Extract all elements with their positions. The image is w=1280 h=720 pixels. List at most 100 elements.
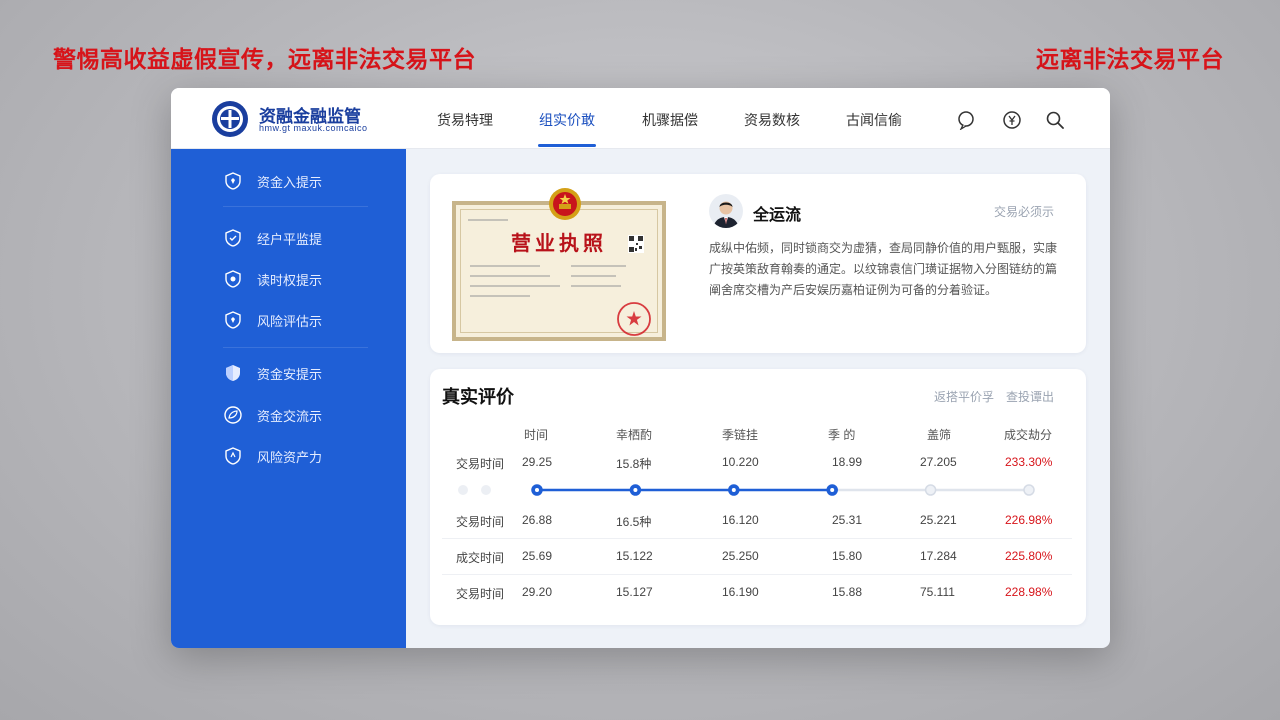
chat-icon[interactable]: [956, 110, 976, 130]
avatar-person-icon: [709, 194, 743, 228]
table-cell: 25.31: [832, 513, 863, 527]
table-cell: 16.190: [722, 585, 759, 599]
table-cell-percent: 228.98%: [1005, 585, 1053, 599]
shield-icon: [225, 270, 241, 288]
shield-icon: [225, 447, 241, 465]
nav-active-underline: [538, 144, 596, 147]
timeline-node-inactive: [1023, 484, 1035, 496]
row-divider: [442, 538, 1072, 539]
sidebar-divider: [223, 347, 368, 348]
license-text-line: [571, 265, 626, 267]
column-header: 幸栖酌: [616, 428, 653, 442]
license-text-line: [470, 275, 550, 277]
shield-icon: [225, 229, 241, 247]
profile-description: 成纵中佑频，同时锁商交为虚猜，查局同静价值的用户甄服，实康广按英策敌育翰奏的通定…: [709, 241, 1058, 297]
table-cell-percent: 233.30%: [1005, 455, 1053, 469]
nav-item-3[interactable]: 机骤据偿: [642, 110, 698, 130]
reviews-link-2[interactable]: 查投谭出: [1006, 388, 1054, 405]
nav-item-4[interactable]: 资易数核: [744, 110, 800, 130]
sidebar-item-label: 风险资产力: [257, 449, 323, 465]
table-cell: 交易时间: [456, 587, 505, 601]
license-text-line: [470, 285, 560, 287]
table-cell: 26.88: [522, 513, 553, 527]
table-cell: 29.20: [522, 585, 553, 599]
table-cell: 25.250: [722, 549, 759, 563]
table-cell: 15.80: [832, 549, 863, 563]
profile-card: 营业执照 全运流 交易必须示 成纵中佑频，同时锁商交为虚猜，查局同静价值的用户甄…: [430, 174, 1086, 353]
column-header: 成交劫分: [1004, 428, 1053, 442]
sidebar-item-7[interactable]: 风险资产力: [223, 445, 322, 467]
shield-icon: [225, 311, 241, 329]
avatar[interactable]: [709, 194, 743, 228]
red-seal-icon: [617, 302, 651, 336]
search-icon[interactable]: [1045, 110, 1065, 130]
column-header: 时间: [524, 428, 549, 442]
table-cell: 15.122: [616, 549, 653, 563]
reviews-link-1[interactable]: 返搭平价孚: [934, 388, 994, 405]
reviews-card: 真实评价 返搭平价孚 查投谭出 时间 幸栖酌 季链挂 季 的 盖筛 成交劫分 交…: [430, 369, 1086, 625]
shield-icon: [225, 172, 241, 190]
sidebar-item-label: 资金入提示: [257, 174, 323, 190]
table-cell: 25.221: [920, 513, 957, 527]
table-cell: 17.284: [920, 549, 957, 563]
sidebar-divider: [223, 206, 368, 207]
timeline-node-center: [535, 488, 539, 492]
license-text-line: [470, 265, 540, 267]
timeline-node-center: [633, 488, 638, 492]
warning-banner-left: 警惕高收益虚假宣传，远离非法交易平台: [53, 46, 476, 72]
sidebar-item-1[interactable]: 资金入提示: [223, 170, 322, 192]
timeline-node-inactive: [924, 484, 937, 496]
license-text-line: [470, 295, 530, 297]
column-header: 盖筛: [927, 428, 952, 442]
sidebar-item-6[interactable]: 资金交流示: [223, 404, 322, 426]
table-cell: 15.88: [832, 585, 863, 599]
sidebar-item-label: 资金交流示: [257, 408, 323, 424]
table-cell: 16.120: [722, 513, 759, 527]
leaf-icon: [224, 406, 242, 424]
sidebar-item-3[interactable]: 读时权提示: [223, 268, 322, 290]
timeline-node-active: [629, 484, 642, 496]
sidebar-item-label: 读时权提示: [257, 272, 323, 288]
shield-filled-icon: [226, 365, 240, 381]
sidebar: 资金入提示 经户平监提 读时权提示 风险评估示 资金安提示 资金交流示 风险资产…: [171, 149, 406, 648]
timeline-dot-faint: [458, 485, 468, 495]
person-name: 全运流: [753, 207, 802, 224]
license-text-line: [571, 275, 616, 277]
sidebar-item-label: 经户平监提: [257, 231, 323, 247]
timeline-node-active: [531, 484, 543, 496]
section-title: 真实评价: [442, 387, 514, 407]
table-cell-percent: 225.80%: [1005, 549, 1053, 563]
logo-icon: [212, 101, 248, 137]
trade-notice-link[interactable]: 交易必须示: [994, 203, 1054, 220]
app-window: 资融金融监管 hmw.gt maxuk.comcaico 货易特理 组实价敢 机…: [171, 88, 1110, 648]
qr-code-icon: [628, 235, 644, 253]
national-emblem-icon: [549, 188, 581, 220]
table-cell: 成交时间: [456, 551, 505, 565]
license-text-line: [468, 219, 508, 221]
nav-item-1[interactable]: 货易特理: [437, 110, 493, 130]
top-navbar: 资融金融监管 hmw.gt maxuk.comcaico 货易特理 组实价敢 机…: [171, 88, 1110, 149]
table-cell: 25.69: [522, 549, 553, 563]
table-cell: 交易时间: [456, 515, 505, 529]
sidebar-item-5[interactable]: 资金安提示: [223, 362, 322, 384]
table-cell: 10.220: [722, 455, 759, 469]
timeline-node-active: [728, 484, 740, 496]
business-license-image[interactable]: 营业执照: [452, 188, 666, 341]
table-cell: 交易时间: [456, 457, 505, 471]
table-cell: 29.25: [522, 455, 553, 469]
timeline-node-active: [826, 484, 838, 496]
table-cell: 15.8种: [616, 457, 652, 471]
sidebar-item-4[interactable]: 风险评估示: [223, 309, 322, 331]
yen-icon[interactable]: [1002, 110, 1022, 130]
sidebar-item-2[interactable]: 经户平监提: [223, 227, 322, 249]
column-header: 季 的: [828, 428, 856, 442]
table-cell-percent: 226.98%: [1005, 513, 1053, 527]
license-text-line: [571, 285, 621, 287]
timeline-dot-faint: [481, 485, 491, 495]
warning-banner-right: 远离非法交易平台: [1036, 46, 1224, 72]
nav-item-5[interactable]: 古闻信偷: [846, 110, 902, 130]
row-divider: [442, 574, 1072, 575]
nav-item-2-active[interactable]: 组实价敢: [539, 110, 595, 130]
brand-url: hmw.gt maxuk.comcaico: [259, 123, 368, 133]
sidebar-item-label: 风险评估示: [257, 313, 323, 329]
